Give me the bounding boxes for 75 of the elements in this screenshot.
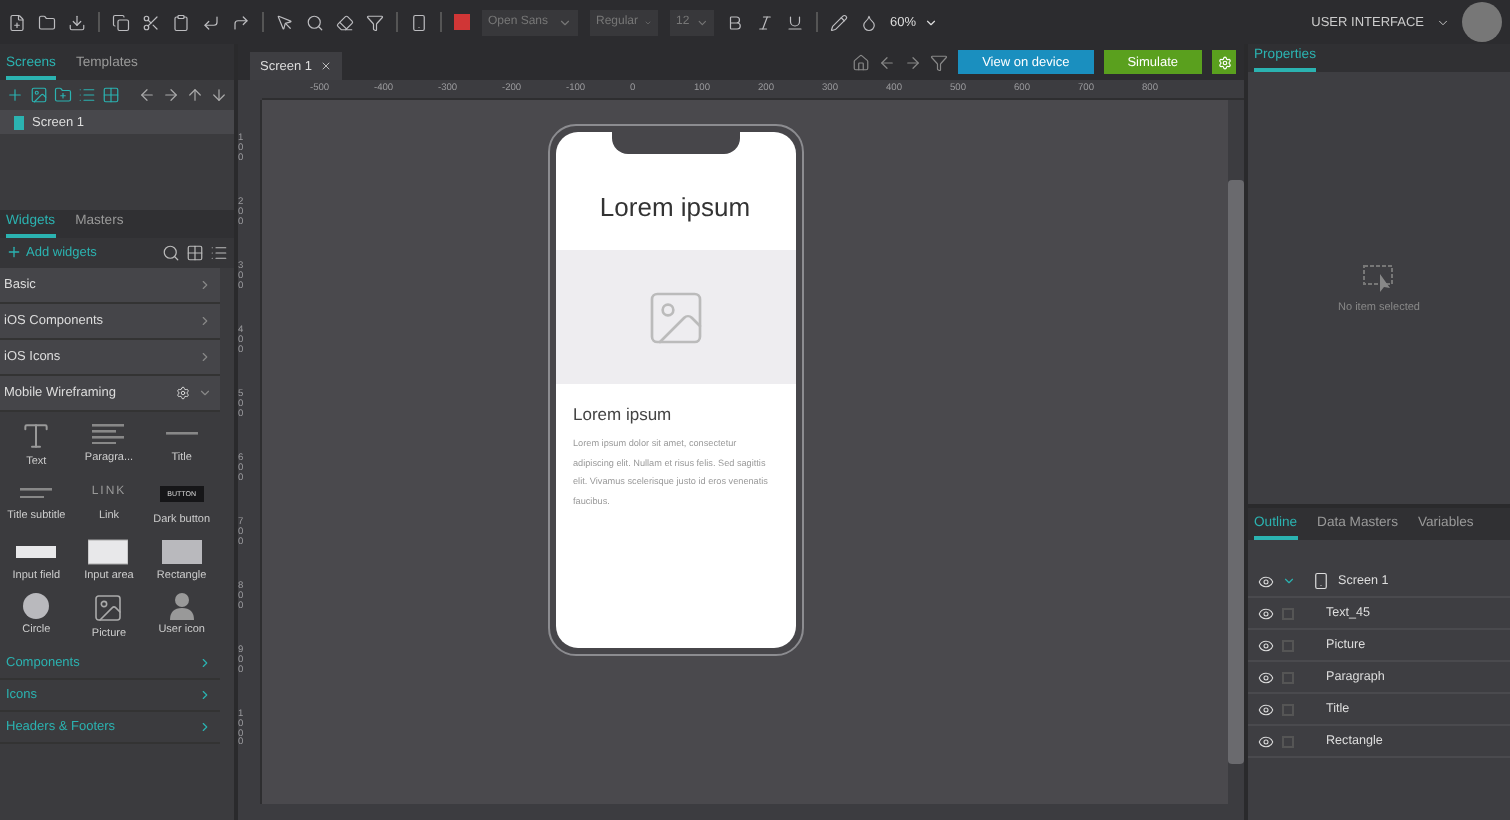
settings-icon [1217, 55, 1231, 69]
settings-icon[interactable] [176, 385, 190, 400]
chevron-icon[interactable] [198, 277, 212, 292]
search-icon[interactable] [306, 13, 324, 31]
cut-icon[interactable] [142, 13, 160, 31]
lines-icon [20, 487, 53, 498]
underline-icon[interactable] [786, 13, 804, 31]
list-icon[interactable] [210, 243, 228, 262]
chevron-down-icon [695, 15, 708, 29]
chevron-icon[interactable] [198, 313, 212, 328]
add-icon[interactable] [6, 86, 24, 104]
eraser-icon[interactable] [336, 13, 354, 31]
chevron-down-icon [924, 15, 939, 29]
grid-icon[interactable] [186, 243, 204, 262]
arrow-right-icon[interactable] [162, 86, 180, 104]
phone-notch [611, 132, 739, 154]
empty-selection-icon [1361, 263, 1397, 291]
phone-icon [1312, 572, 1330, 590]
arrow-down-icon[interactable] [210, 86, 228, 104]
user-icon [167, 591, 196, 620]
list-icon[interactable] [78, 86, 96, 104]
circle-icon [22, 591, 51, 620]
chevron-down-icon[interactable] [1282, 574, 1296, 588]
undo-icon[interactable] [202, 13, 220, 31]
bold-icon[interactable] [726, 13, 744, 31]
horizontal-scrollbar[interactable] [238, 804, 1244, 820]
copy-icon[interactable] [112, 13, 130, 31]
chevron-down-icon [558, 15, 572, 29]
chevron-right-icon [198, 688, 212, 703]
search-icon[interactable] [162, 243, 180, 262]
folder-icon[interactable] [38, 13, 56, 31]
chevron-icon[interactable] [198, 349, 212, 364]
avatar[interactable] [1462, 2, 1502, 42]
settings-button[interactable] [1212, 50, 1236, 74]
home-icon[interactable] [852, 54, 871, 72]
page-icon [14, 115, 24, 129]
arrow-left-icon[interactable] [138, 86, 156, 104]
eye-icon[interactable] [1258, 733, 1274, 749]
close-icon[interactable] [320, 60, 333, 72]
chevron-icon[interactable] [198, 385, 212, 400]
eye-icon[interactable] [1258, 573, 1274, 589]
lines-icon [165, 432, 198, 436]
arrow-up-icon[interactable] [186, 86, 204, 104]
rectangle-icon [161, 537, 202, 565]
pointer-icon[interactable] [276, 13, 294, 31]
chevron-right-icon [198, 656, 212, 671]
screen-title: Lorem ipsum [597, 192, 753, 222]
arrow-left-icon[interactable] [878, 54, 897, 72]
redo-icon[interactable] [232, 13, 250, 31]
chevron-down-icon[interactable] [1436, 15, 1450, 29]
arrow-right-icon[interactable] [904, 54, 923, 72]
lines-icon [92, 423, 125, 445]
drop-icon[interactable] [860, 13, 878, 31]
folder-icon[interactable] [54, 86, 72, 104]
eye-icon[interactable] [1258, 637, 1274, 653]
italic-icon[interactable] [756, 13, 774, 31]
download-icon[interactable] [68, 13, 86, 31]
picture-icon [92, 591, 125, 624]
scrollbar-thumb[interactable] [1228, 180, 1244, 764]
eye-icon[interactable] [1258, 605, 1274, 621]
chevron-right-icon [198, 720, 212, 735]
input-area-icon [88, 537, 129, 565]
filter-icon[interactable] [930, 54, 949, 72]
eye-icon[interactable] [1258, 669, 1274, 685]
grid-icon[interactable] [102, 86, 120, 104]
new-file-icon[interactable] [8, 13, 26, 31]
filter-icon[interactable] [366, 13, 384, 31]
phone-icon[interactable] [410, 13, 428, 31]
paste-icon[interactable] [172, 13, 190, 31]
plus-icon [6, 244, 22, 261]
image-icon[interactable] [30, 86, 48, 104]
eye-icon[interactable] [1258, 701, 1274, 717]
letter-icon [20, 419, 53, 452]
pencil-icon[interactable] [830, 13, 848, 31]
screen-heading: Lorem ipsum [573, 404, 674, 424]
